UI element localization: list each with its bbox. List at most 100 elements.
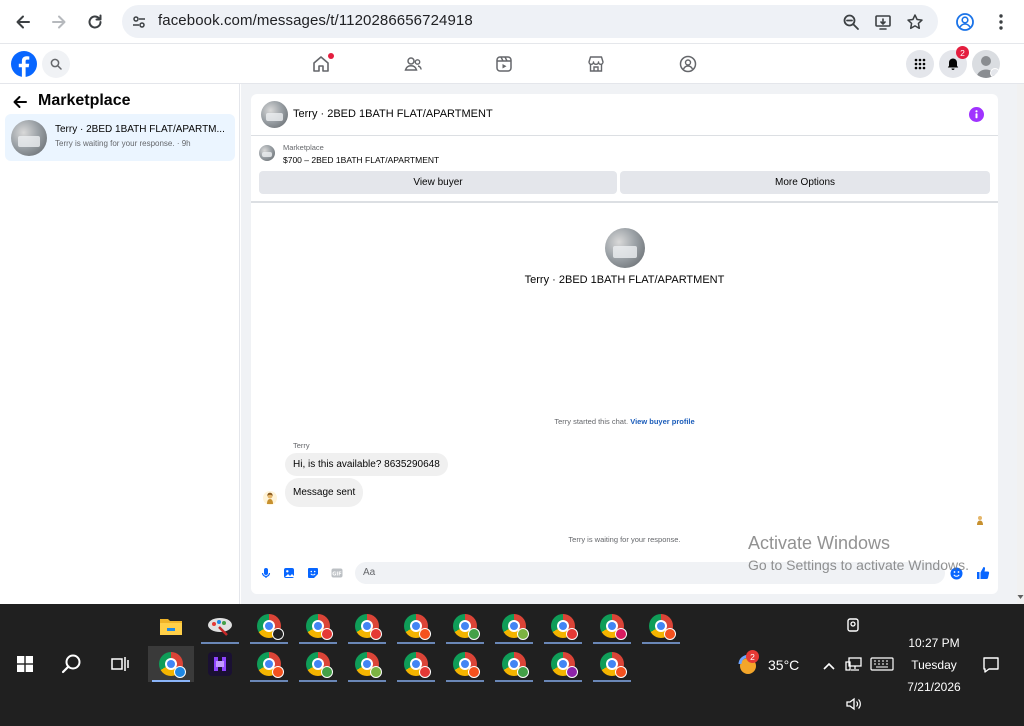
site-settings-icon[interactable] — [128, 11, 150, 33]
forward-button[interactable] — [45, 8, 73, 36]
clock-time[interactable]: 10:27 PM — [900, 636, 968, 650]
chrome-profile-taskbar-button[interactable] — [589, 646, 635, 682]
view-buyer-profile-link[interactable]: View buyer profile — [630, 417, 694, 426]
attach-photo-button[interactable] — [282, 566, 296, 580]
chrome-profile-taskbar-button[interactable] — [540, 608, 586, 644]
header-thumbnail[interactable] — [261, 101, 288, 128]
start-button[interactable] — [2, 646, 48, 682]
view-buyer-button[interactable]: View buyer — [259, 171, 617, 194]
waiting-status: Terry is waiting for your response. — [568, 535, 681, 544]
notification-badge: 2 — [956, 46, 969, 59]
chrome-profile-taskbar-button[interactable] — [246, 608, 292, 644]
gif-icon: GIF — [331, 568, 343, 578]
volume-icon[interactable] — [845, 696, 863, 712]
svg-text:GIF: GIF — [332, 571, 341, 577]
clock-date[interactable]: 7/21/2026 — [900, 680, 968, 694]
gif-button[interactable]: GIF — [330, 566, 344, 580]
account-chevron-icon — [990, 68, 1000, 78]
menu-button[interactable] — [906, 50, 934, 78]
chrome-profile-taskbar-button[interactable] — [540, 646, 586, 682]
friends-tab[interactable] — [402, 53, 424, 75]
app-taskbar-button[interactable] — [197, 646, 243, 682]
kebab-menu-icon — [999, 14, 1003, 30]
chat-header: Terry · 2BED 1BATH FLAT/APARTMENT — [251, 94, 998, 136]
read-receipt-icon — [976, 512, 984, 525]
notification-center-icon[interactable] — [982, 656, 1000, 674]
home-tab[interactable] — [310, 53, 334, 75]
windows-taskbar: 2 35°C 10:27 PM Tuesday 7/21/2026 — [0, 604, 1024, 726]
emoji-button[interactable] — [949, 566, 963, 580]
install-app-icon[interactable] — [872, 11, 894, 33]
divider — [251, 201, 998, 202]
photo-icon — [284, 568, 294, 578]
more-options-button[interactable]: More Options — [620, 171, 990, 194]
chrome-profile-taskbar-button[interactable] — [393, 608, 439, 644]
home-notification-dot — [328, 53, 334, 59]
chat-header-title[interactable]: Terry · 2BED 1BATH FLAT/APARTMENT — [293, 108, 493, 120]
chrome-profile-taskbar-button[interactable] — [491, 608, 537, 644]
conversation-subtitle: Terry is waiting for your response. · 9h — [55, 139, 191, 148]
file-explorer-taskbar-button[interactable] — [148, 608, 194, 644]
message-input[interactable]: Aa — [355, 562, 945, 584]
conversation-item[interactable]: Terry · 2BED 1BATH FLAT/APARTM... Terry … — [5, 114, 235, 161]
weather-badge: 2 — [746, 650, 759, 663]
chrome-profile-taskbar-button[interactable] — [344, 646, 390, 682]
profile-button[interactable] — [951, 8, 979, 36]
keyboard-icon[interactable] — [870, 657, 894, 671]
task-view-icon — [111, 657, 129, 671]
chrome-profile-taskbar-button[interactable] — [442, 646, 488, 682]
buyer-profile-photo[interactable] — [605, 228, 645, 268]
meet-now-icon[interactable] — [844, 616, 862, 634]
address-bar[interactable]: facebook.com/messages/t/1120286656724918 — [122, 5, 938, 38]
listing-small-thumbnail[interactable] — [259, 145, 275, 161]
thumbs-up-icon — [977, 567, 990, 579]
like-button[interactable] — [976, 566, 990, 580]
chrome-profile-taskbar-button[interactable] — [246, 646, 292, 682]
reload-button[interactable] — [81, 8, 109, 36]
app-taskbar-button[interactable] — [197, 608, 243, 644]
chrome-profile-taskbar-button[interactable] — [393, 646, 439, 682]
info-button[interactable] — [969, 107, 984, 122]
chrome-profile-taskbar-button[interactable] — [295, 646, 341, 682]
facebook-logo-icon[interactable] — [10, 50, 38, 78]
page-scrollbar[interactable] — [1017, 84, 1024, 604]
chrome-profile-taskbar-button[interactable] — [491, 646, 537, 682]
message-bubble[interactable]: Message sent — [285, 478, 364, 507]
listing-title[interactable]: $700 – 2BED 1BATH FLAT/APARTMENT — [283, 155, 439, 165]
chrome-profile-taskbar-button[interactable] — [589, 608, 635, 644]
account-avatar[interactable] — [972, 50, 1000, 78]
listing-thumbnail — [11, 120, 47, 156]
browser-menu-button[interactable] — [987, 8, 1015, 36]
task-view-button[interactable] — [97, 646, 143, 682]
groups-tab[interactable] — [677, 53, 699, 75]
back-to-marketplace-button[interactable] — [12, 94, 28, 110]
friends-icon — [404, 57, 422, 71]
windows-logo-icon — [17, 656, 33, 672]
show-hidden-icons-button[interactable] — [822, 659, 836, 671]
temperature-text[interactable]: 35°C — [768, 657, 799, 673]
video-tab[interactable] — [493, 53, 515, 75]
clock-day[interactable]: Tuesday — [900, 658, 968, 672]
network-icon[interactable] — [845, 656, 863, 672]
message-bubble[interactable]: Hi, is this available? 8635290648 — [285, 453, 448, 476]
sticker-icon — [308, 568, 318, 578]
sticker-button[interactable] — [306, 566, 320, 580]
groups-icon — [679, 55, 697, 73]
url-text[interactable]: facebook.com/messages/t/1120286656724918 — [158, 12, 473, 29]
chrome-active-taskbar-button[interactable] — [148, 646, 194, 682]
voice-clip-button[interactable] — [259, 566, 273, 580]
chrome-profile-taskbar-button[interactable] — [638, 608, 684, 644]
sender-avatar-icon[interactable] — [263, 491, 277, 505]
bookmark-star-icon[interactable] — [904, 11, 926, 33]
listing-source: Marketplace — [283, 143, 324, 152]
zoom-icon[interactable] — [840, 11, 862, 33]
back-button[interactable] — [9, 8, 37, 36]
notifications-button[interactable]: 2 — [939, 46, 969, 78]
weather-icon[interactable]: 2 — [736, 650, 762, 676]
chrome-profile-taskbar-button[interactable] — [295, 608, 341, 644]
chrome-profile-taskbar-button[interactable] — [442, 608, 488, 644]
search-button[interactable] — [42, 50, 70, 78]
search-taskbar-button[interactable] — [49, 646, 95, 682]
chrome-profile-taskbar-button[interactable] — [344, 608, 390, 644]
marketplace-tab[interactable] — [585, 53, 607, 75]
